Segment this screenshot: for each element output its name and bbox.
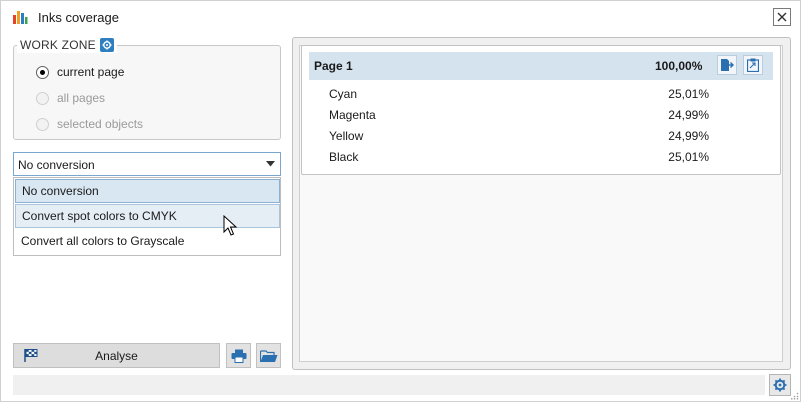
radio-all-pages[interactable]: all pages xyxy=(36,90,105,106)
conversion-select[interactable]: No conversion xyxy=(13,152,281,176)
gear-icon xyxy=(773,378,787,392)
dropdown-option-spot-to-cmyk[interactable]: Convert spot colors to CMYK xyxy=(15,204,280,228)
workzone-label: WORK ZONE xyxy=(20,38,96,52)
dropdown-option-grayscale[interactable]: Convert all colors to Grayscale xyxy=(15,229,280,253)
radio-selected-objects[interactable]: selected objects xyxy=(36,116,143,132)
ink-name: Magenta xyxy=(329,108,376,122)
ink-name: Yellow xyxy=(329,129,364,143)
analyse-button[interactable]: Analyse xyxy=(13,343,220,368)
dropdown-option-no-conversion[interactable]: No conversion xyxy=(15,179,280,203)
radio-button[interactable] xyxy=(36,65,49,79)
ink-coverage-value: 25,01% xyxy=(668,87,709,101)
ink-name: Black xyxy=(329,150,359,164)
ink-name: Cyan xyxy=(329,87,358,101)
title-bar: Inks coverage xyxy=(1,1,800,33)
page-result-header xyxy=(309,52,773,80)
ink-row-magenta: Magenta 24,99% xyxy=(329,108,709,124)
close-button[interactable] xyxy=(773,8,791,26)
open-folder-button[interactable] xyxy=(256,343,281,368)
workzone-settings-button[interactable] xyxy=(99,38,114,52)
conversion-dropdown-list: No conversion Convert spot colors to CMY… xyxy=(13,177,281,256)
checkered-flag-icon xyxy=(24,349,38,362)
status-bar xyxy=(13,375,765,395)
conversion-selected-value: No conversion xyxy=(18,158,95,172)
window-title: Inks coverage xyxy=(38,10,119,25)
printer-icon xyxy=(231,349,246,363)
inks-coverage-window: Inks coverage WORK ZONE current page all… xyxy=(0,0,801,402)
page-total-coverage: 100,00% xyxy=(655,59,703,73)
copy-to-clipboard-button[interactable] xyxy=(743,55,763,75)
chevron-down-icon xyxy=(265,161,275,167)
radio-current-page[interactable]: current page xyxy=(36,64,124,80)
radio-label: all pages xyxy=(57,91,106,105)
resize-grip[interactable] xyxy=(791,392,799,400)
radio-button[interactable] xyxy=(36,91,49,105)
export-button[interactable] xyxy=(717,55,737,75)
print-button[interactable] xyxy=(226,343,251,368)
export-icon xyxy=(721,59,734,71)
ink-row-black: Black 25,01% xyxy=(329,150,709,166)
page-title: Page 1 xyxy=(314,59,353,73)
gear-icon xyxy=(102,40,112,50)
workzone-legend: WORK ZONE xyxy=(17,37,117,53)
bar-chart-icon xyxy=(13,11,28,24)
ink-row-yellow: Yellow 24,99% xyxy=(329,129,709,145)
dropdown-arrow-button[interactable] xyxy=(260,153,280,175)
clipboard-icon xyxy=(747,58,759,72)
analyse-label: Analyse xyxy=(95,348,138,363)
ink-coverage-value: 24,99% xyxy=(668,108,709,122)
ink-coverage-value: 25,01% xyxy=(668,150,709,164)
ink-row-cyan: Cyan 25,01% xyxy=(329,87,709,103)
settings-button[interactable] xyxy=(769,374,791,396)
radio-button[interactable] xyxy=(36,117,49,131)
radio-label: selected objects xyxy=(57,117,144,131)
radio-label: current page xyxy=(57,65,125,79)
folder-open-icon xyxy=(259,349,277,362)
mouse-cursor-icon xyxy=(223,215,237,236)
close-icon xyxy=(777,12,787,22)
ink-coverage-value: 24,99% xyxy=(668,129,709,143)
